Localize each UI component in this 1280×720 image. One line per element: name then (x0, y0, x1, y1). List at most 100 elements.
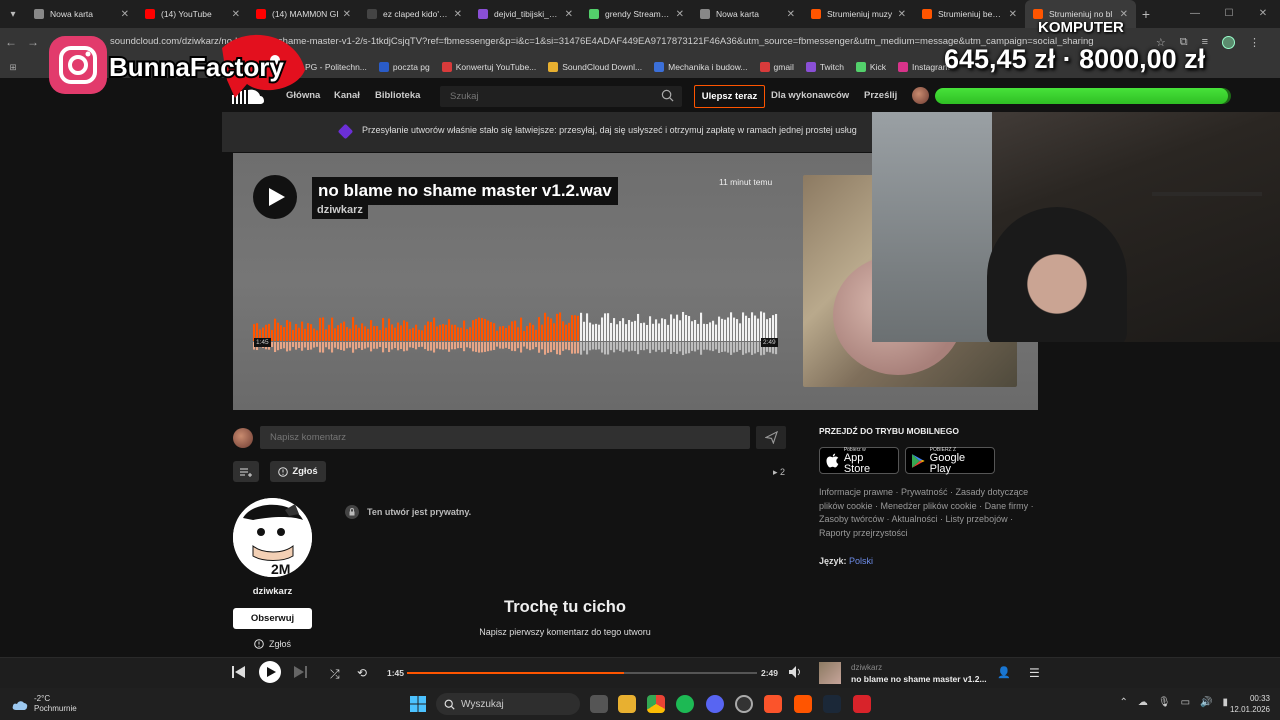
file-explorer-icon[interactable] (618, 695, 636, 713)
comment-input[interactable] (260, 426, 750, 449)
player-artist[interactable]: dziwkarz (851, 663, 882, 672)
tab-close-icon[interactable]: ✕ (898, 9, 906, 20)
forward-icon[interactable]: → (22, 35, 44, 49)
tab-close-icon[interactable]: ✕ (121, 9, 129, 20)
follow-user-icon[interactable]: 👤 (997, 666, 1011, 679)
system-clock[interactable]: 00:33 12.01.2026 (1230, 693, 1270, 715)
upgrade-button[interactable]: Ulepsz teraz (694, 85, 765, 108)
nav-feed[interactable]: Kanał (334, 82, 360, 110)
tab-close-icon[interactable]: ✕ (1120, 9, 1128, 20)
browser-tab[interactable]: Strumieniuj muzy ✕ (803, 0, 914, 28)
follow-button[interactable]: Obserwuj (233, 608, 312, 629)
google-play-button[interactable]: POBIERZ Z Google Play (905, 447, 995, 474)
apps-grid-icon[interactable]: ⊞ (0, 62, 26, 73)
new-tab-button[interactable]: + (1136, 6, 1156, 22)
back-icon[interactable]: ← (0, 35, 22, 49)
player-play-button[interactable] (259, 661, 281, 683)
bookmark-item[interactable]: Kick (855, 62, 886, 72)
brave-icon[interactable] (764, 695, 782, 713)
language-selector[interactable]: Język: Polski (819, 556, 873, 566)
bookmark-item[interactable]: Twitch (805, 62, 844, 72)
tab-close-icon[interactable]: ✕ (454, 9, 462, 20)
weather-widget[interactable]: -2°C Pochmurnie (12, 694, 77, 714)
next-track-icon[interactable] (293, 666, 307, 678)
waveform-bar (577, 315, 580, 341)
browser-tab[interactable]: Strumieniuj bez w ✕ (914, 0, 1025, 28)
browser-tab[interactable]: grendy Stream - V ✕ (581, 0, 692, 28)
waveform-bar (292, 329, 295, 341)
spotify-icon[interactable] (676, 695, 694, 713)
obs-icon[interactable] (735, 695, 753, 713)
bookmark-item[interactable]: gmail (759, 62, 794, 72)
task-view-icon[interactable] (590, 695, 608, 713)
browser-tab[interactable]: (14) YouTube ✕ (137, 0, 248, 28)
player-cover[interactable] (819, 662, 841, 684)
browser-tab[interactable]: ez claped kido's F ✕ (359, 0, 470, 28)
waveform-reflection-bar (394, 342, 397, 348)
steam-icon[interactable] (823, 695, 841, 713)
bookmark-item[interactable]: SoundCloud Downl... (548, 62, 642, 72)
shuffle-icon[interactable]: ⤮ (330, 667, 340, 682)
discord-icon[interactable] (706, 695, 724, 713)
bookmark-item[interactable]: Konwertuj YouTube... (441, 62, 536, 72)
play-button[interactable] (253, 175, 297, 219)
microphone-icon[interactable]: 🎙 (1158, 697, 1171, 708)
player-title[interactable]: no blame no shame master v1.2... (851, 674, 987, 684)
minimize-icon[interactable]: — (1178, 0, 1212, 28)
player-progress-bar[interactable] (407, 672, 757, 674)
windows-start-icon[interactable] (410, 696, 426, 717)
red-app-icon[interactable] (853, 695, 871, 713)
nav-for-artists[interactable]: Dla wykonawców (771, 82, 849, 110)
report-button[interactable]: Zgłoś (270, 461, 326, 482)
network-icon[interactable]: ▭ (1181, 697, 1190, 708)
tray-chevron-icon[interactable]: ⌃ (1119, 697, 1127, 708)
footer-links[interactable]: Informacje prawne · Prywatność · Zasady … (819, 486, 1041, 540)
battery-icon[interactable]: ▮ (1222, 697, 1228, 708)
close-window-icon[interactable]: ✕ (1246, 0, 1280, 28)
browser-menu-icon[interactable]: ⋮ (1249, 36, 1260, 49)
tab-close-icon[interactable]: ✕ (232, 9, 240, 20)
tab-close-icon[interactable]: ✕ (1009, 9, 1017, 20)
artist-name[interactable]: dziwkarz (233, 586, 312, 597)
artist-avatar[interactable]: 2M (233, 498, 312, 577)
waveform-bar (694, 319, 697, 341)
nav-library[interactable]: Biblioteka (375, 82, 420, 110)
chrome-icon[interactable] (647, 695, 665, 713)
report-artist-link[interactable]: Zgłoś (254, 639, 291, 649)
soundcloud-app-icon[interactable] (794, 695, 812, 713)
bookmark-item[interactable]: Instagram (897, 62, 950, 72)
language-value[interactable]: Polski (849, 556, 873, 566)
browser-tab[interactable]: (14) MAMM0N GI ✕ (248, 0, 359, 28)
user-avatar[interactable] (912, 87, 929, 104)
track-artist[interactable]: dziwkarz (312, 201, 368, 219)
repeat-icon[interactable]: ⟲ (357, 666, 367, 680)
app-store-button[interactable]: Pobierz w App Store (819, 447, 899, 474)
nav-upload[interactable]: Prześlij (864, 82, 897, 110)
waveform[interactable] (253, 303, 778, 363)
tab-close-icon[interactable]: ✕ (787, 9, 795, 20)
playlist-add-button[interactable] (233, 461, 259, 482)
repost-count[interactable]: ▸ 2 (773, 467, 785, 478)
volume-icon[interactable] (789, 666, 801, 678)
browser-tab[interactable]: Nowa karta ✕ (26, 0, 137, 28)
waveform-bar (517, 327, 520, 341)
browser-tab[interactable]: Nowa karta ✕ (692, 0, 803, 28)
waveform-bar (418, 329, 421, 341)
previous-track-icon[interactable] (232, 666, 246, 678)
search-input[interactable] (440, 86, 650, 107)
maximize-icon[interactable]: ☐ (1212, 0, 1246, 28)
browser-tab[interactable]: dejvid_tibijski_zac ✕ (470, 0, 581, 28)
bookmark-item[interactable]: poczta pg (378, 62, 430, 72)
search-icon[interactable] (661, 89, 674, 102)
tab-search-chevron-icon[interactable]: ▾ (0, 0, 26, 28)
queue-icon[interactable]: ☰ (1029, 666, 1040, 680)
cloud-tray-icon[interactable]: ☁ (1138, 697, 1148, 708)
tab-close-icon[interactable]: ✕ (565, 9, 573, 20)
tab-close-icon[interactable]: ✕ (343, 9, 351, 20)
profile-avatar[interactable] (1222, 35, 1235, 49)
speaker-icon[interactable]: 🔊 (1200, 697, 1212, 708)
taskbar-search[interactable]: Wyszukaj (436, 693, 580, 715)
bookmark-item[interactable]: Mechanika i budow... (654, 62, 748, 72)
tab-close-icon[interactable]: ✕ (676, 9, 684, 20)
send-comment-button[interactable] (756, 426, 786, 449)
